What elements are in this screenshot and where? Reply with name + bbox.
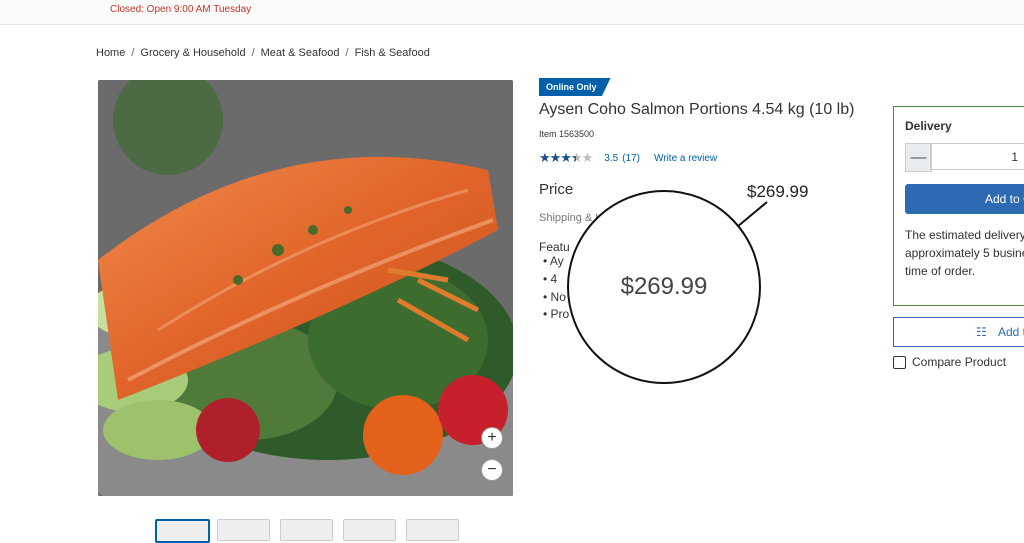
star-rating[interactable]: ★★★★★★ [539, 150, 593, 166]
salmon-dish-illustration [98, 80, 513, 496]
list-icon: ☷ [976, 325, 987, 339]
breadcrumb-separator: / [345, 47, 349, 59]
thumbnail-5[interactable] [406, 519, 459, 541]
breadcrumb-grocery[interactable]: Grocery & Household [140, 47, 245, 59]
compare-checkbox[interactable] [893, 355, 906, 369]
add-to-list-label: Add t [998, 325, 1024, 339]
breadcrumb-meat-seafood[interactable]: Meat & Seafood [261, 47, 340, 59]
store-hours[interactable]: Closed: Open 9:00 AM Tuesday [110, 4, 251, 15]
write-review-link[interactable]: Write a review [654, 153, 717, 164]
magnified-price: $269.99 [620, 273, 708, 300]
thumbnail-4[interactable] [343, 519, 396, 541]
feature-item: • 4 [543, 272, 558, 286]
price-callout: $269.99 [747, 182, 809, 201]
quantity-decrease-button[interactable]: — [905, 143, 932, 172]
breadcrumb-fish-seafood[interactable]: Fish & Seafood [355, 47, 430, 59]
thumbnail-1[interactable] [155, 519, 210, 543]
rating-row: ★★★★★★ 3.5 (17) Write a review [539, 150, 717, 166]
compare-product[interactable]: Compare Product [893, 355, 1006, 369]
product-title: Aysen Coho Salmon Portions 4.54 kg (10 l… [539, 101, 855, 118]
item-number: Item 1563500 [539, 129, 595, 139]
quantity-input[interactable]: 1 [930, 143, 1024, 170]
thumbnail-2[interactable] [217, 519, 270, 541]
feature-item: • Pro [543, 307, 570, 321]
thumbnail-3[interactable] [280, 519, 333, 541]
delivery-estimate: The estimated delivery approximately 5 b… [905, 228, 1024, 278]
online-only-badge: Online Only [539, 78, 611, 96]
review-count[interactable]: (17) [622, 153, 640, 164]
delivery-title: Delivery [905, 119, 952, 133]
breadcrumb-separator: / [251, 47, 255, 59]
add-to-list-button[interactable]: ☷ Add t [893, 317, 1024, 347]
breadcrumb-home[interactable]: Home [96, 47, 125, 59]
breadcrumb: Home / Grocery & Household / Meat & Seaf… [96, 47, 430, 59]
compare-label: Compare Product [912, 355, 1007, 369]
breadcrumb-separator: / [131, 47, 135, 59]
features-label: Featu [539, 240, 570, 254]
zoom-out-button[interactable]: − [481, 459, 503, 481]
magnifier-overlay: $269.99 [567, 190, 761, 384]
rating-value[interactable]: 3.5 [604, 153, 618, 164]
price-label: Price [539, 181, 574, 198]
feature-item: • Ay [543, 254, 564, 268]
add-to-cart-button[interactable]: Add to C [905, 184, 1024, 214]
product-image[interactable] [98, 80, 513, 496]
feature-item: • No [543, 290, 566, 304]
zoom-in-button[interactable]: + [481, 427, 503, 449]
